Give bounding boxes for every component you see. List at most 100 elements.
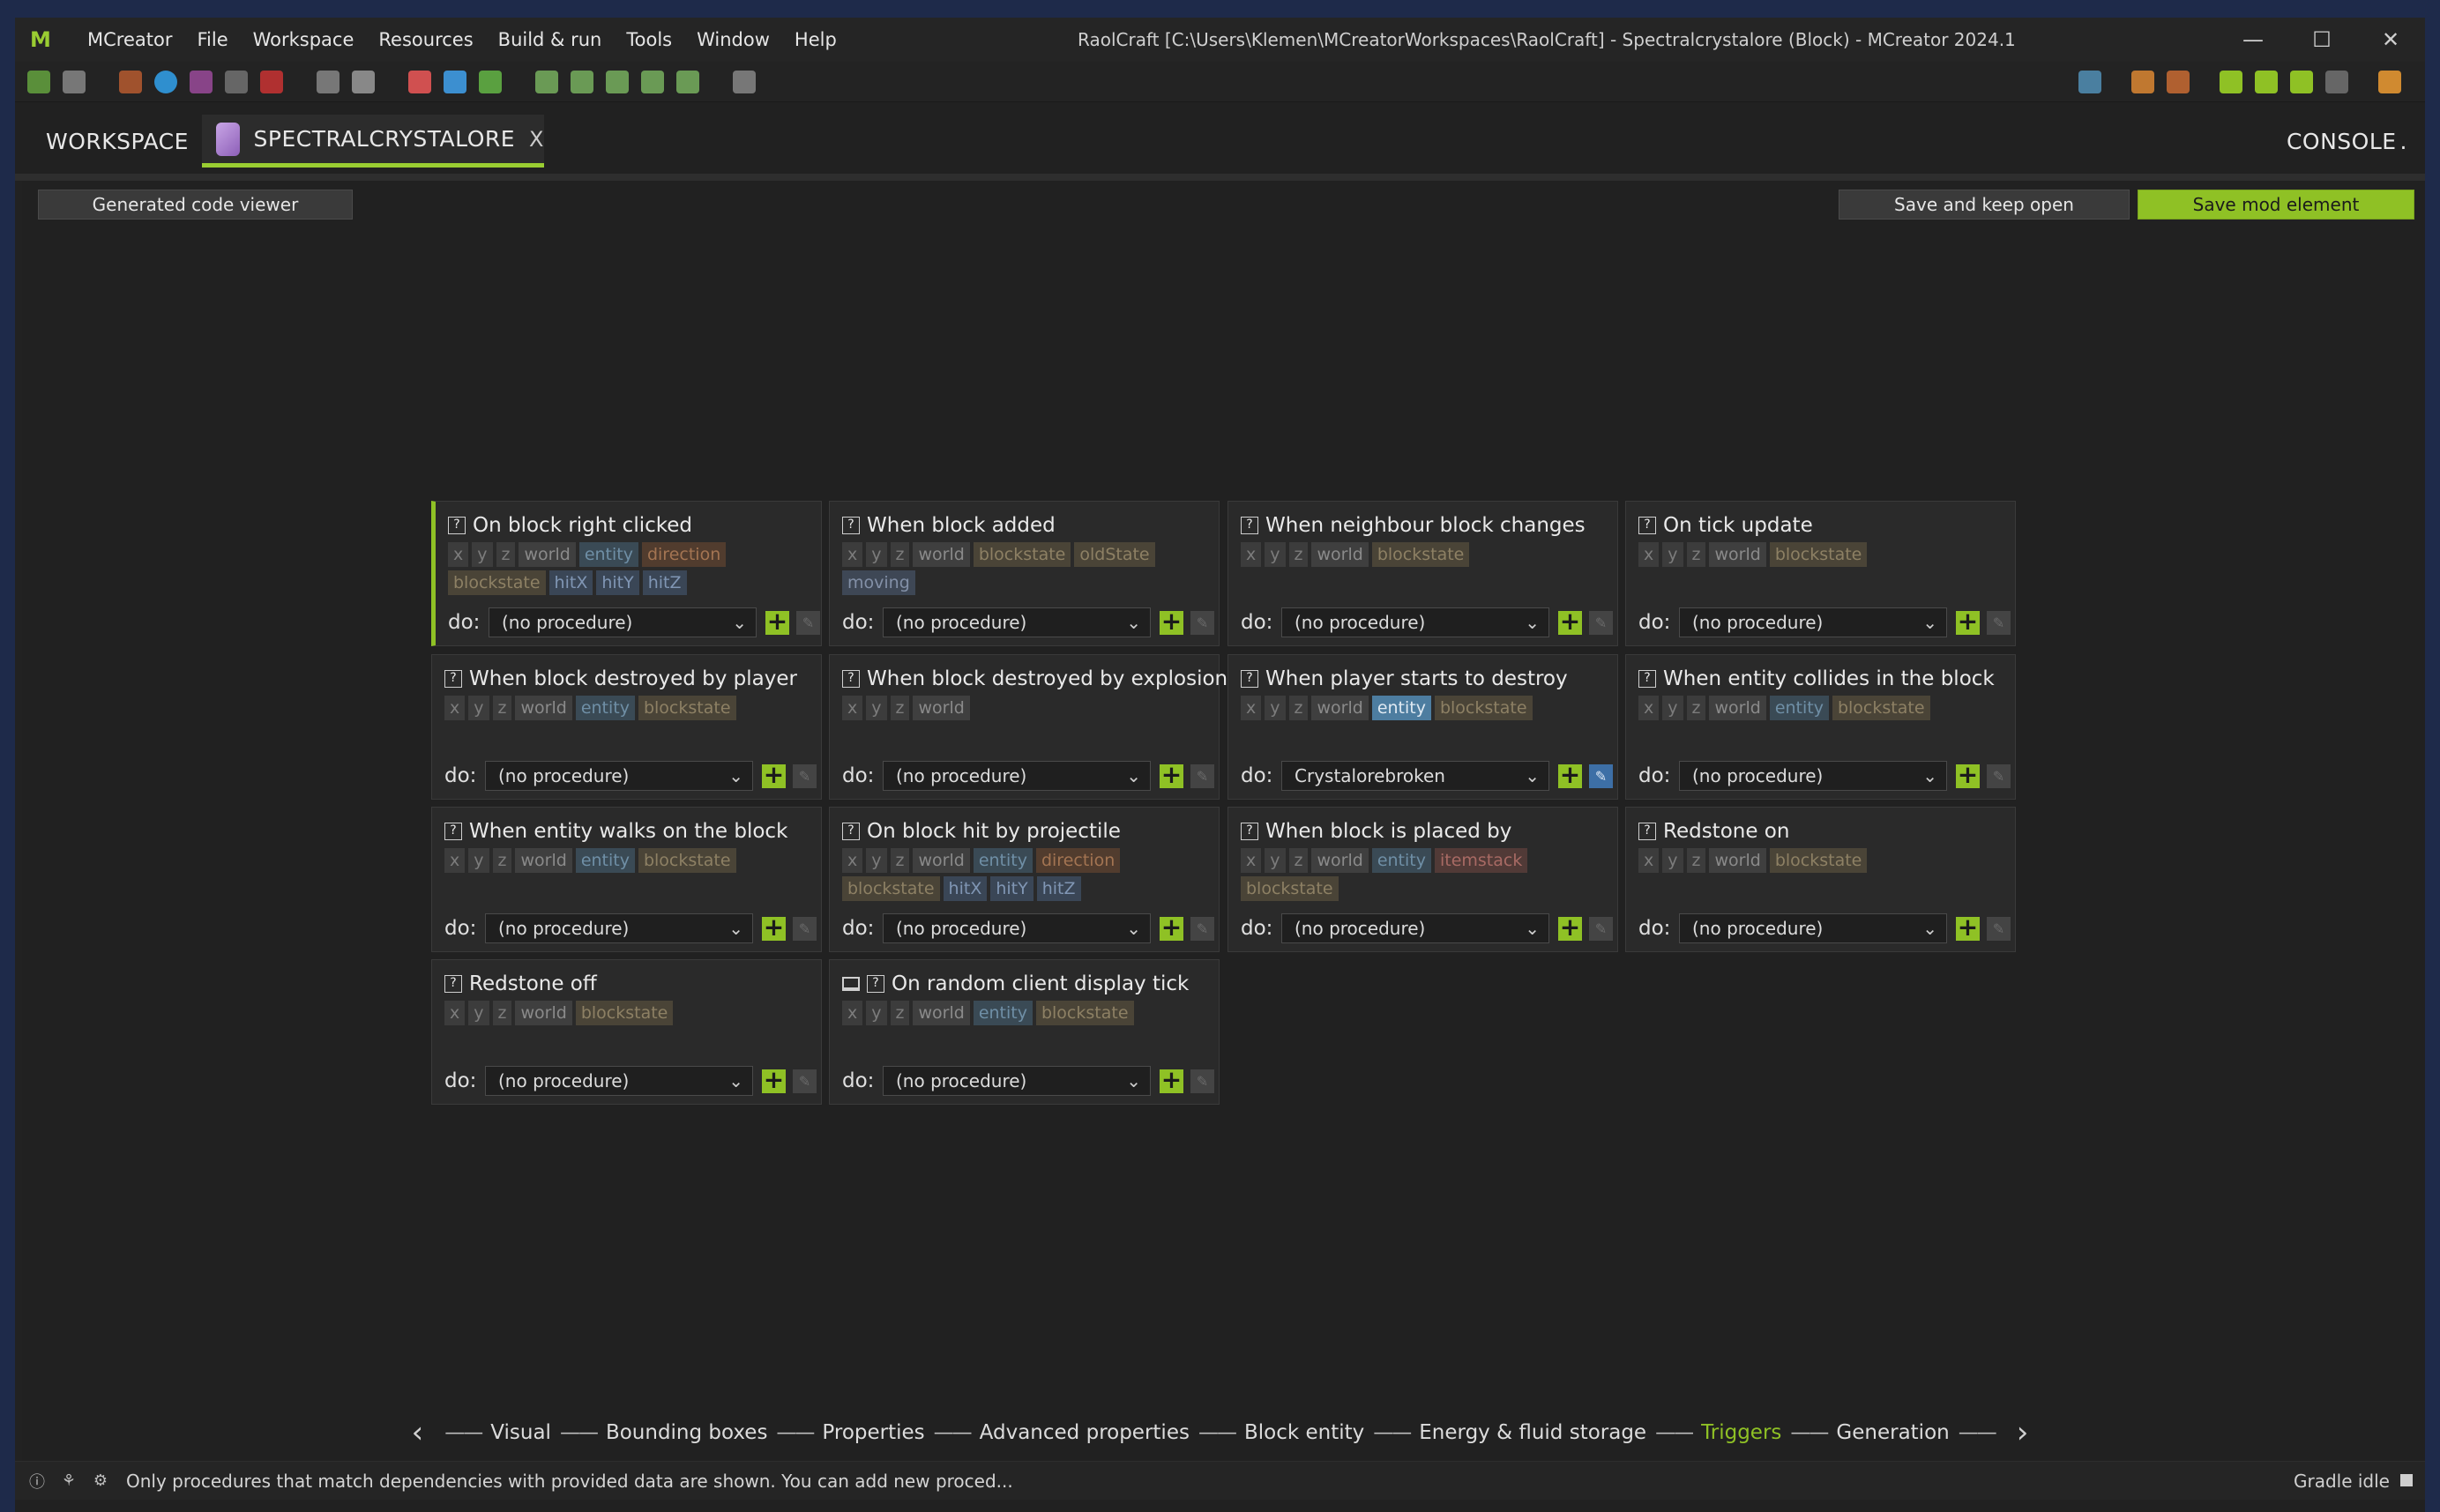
tool-c-icon[interactable] — [606, 71, 629, 93]
add-procedure-icon[interactable]: + — [762, 762, 786, 788]
step-visual[interactable]: Visual — [490, 1421, 551, 1444]
add-procedure-icon[interactable]: + — [765, 608, 789, 635]
help-icon[interactable]: ? — [1241, 517, 1258, 534]
menu-tools[interactable]: Tools — [614, 29, 684, 50]
procedure-select[interactable]: (no procedure) ⌄ — [485, 913, 753, 943]
image-editor-icon[interactable] — [317, 71, 340, 93]
layout-red-icon[interactable] — [408, 71, 431, 93]
procedure-select[interactable]: (no procedure) ⌄ — [1679, 913, 1947, 943]
layout-blue-icon[interactable] — [444, 71, 466, 93]
info-icon[interactable]: ⓘ — [27, 1471, 47, 1492]
edit-procedure-icon[interactable]: ✎ — [1589, 763, 1613, 788]
debug-icon[interactable] — [2255, 71, 2278, 93]
step-bounding-boxes[interactable]: Bounding boxes — [606, 1421, 767, 1444]
edit-procedure-icon[interactable]: ✎ — [793, 763, 817, 788]
structure-icon[interactable] — [225, 71, 248, 93]
add-procedure-icon[interactable]: + — [1956, 608, 1980, 635]
layout-green-icon[interactable] — [479, 71, 502, 93]
step-block-entity[interactable]: Block entity — [1244, 1421, 1364, 1444]
help-icon[interactable]: ? — [1638, 517, 1656, 534]
procedure-select[interactable]: (no procedure) ⌄ — [485, 761, 753, 791]
procedure-select[interactable]: (no procedure) ⌄ — [1281, 607, 1549, 637]
procedure-select[interactable]: (no procedure) ⌄ — [883, 1066, 1151, 1096]
edit-procedure-icon[interactable]: ✎ — [1190, 1069, 1214, 1093]
menu-window[interactable]: Window — [684, 29, 782, 50]
edit-procedure-icon[interactable]: ✎ — [1190, 916, 1214, 941]
sound-icon[interactable] — [154, 71, 177, 93]
help-icon[interactable]: ? — [444, 823, 462, 840]
calendar-icon[interactable] — [733, 71, 756, 93]
step-generation[interactable]: Generation — [1836, 1421, 1949, 1444]
add-procedure-icon[interactable]: + — [1160, 914, 1183, 941]
maximize-icon[interactable]: ☐ — [2287, 18, 2356, 62]
run-icon[interactable] — [2220, 71, 2242, 93]
save-icon[interactable] — [352, 71, 375, 93]
export-mod-icon[interactable] — [2378, 71, 2401, 93]
procedure-select[interactable]: (no procedure) ⌄ — [883, 607, 1151, 637]
edit-procedure-icon[interactable]: ✎ — [793, 1069, 817, 1093]
add-procedure-icon[interactable]: + — [762, 914, 786, 941]
edit-procedure-icon[interactable]: ✎ — [1987, 763, 2011, 788]
build-icon[interactable] — [2290, 71, 2313, 93]
folder-icon[interactable] — [2078, 71, 2101, 93]
step-energy-fluid-storage[interactable]: Energy & fluid storage — [1419, 1421, 1646, 1444]
step-advanced-properties[interactable]: Advanced properties — [980, 1421, 1190, 1444]
help-icon[interactable]: ? — [444, 975, 462, 993]
tab-console[interactable]: CONSOLE. — [2287, 115, 2407, 168]
step-triggers[interactable]: Triggers — [1701, 1421, 1781, 1444]
procedure-select[interactable]: (no procedure) ⌄ — [1679, 761, 1947, 791]
tab-workspace[interactable]: WORKSPACE — [32, 115, 203, 168]
add-procedure-icon[interactable]: + — [1160, 762, 1183, 788]
procedure-select[interactable]: (no procedure) ⌄ — [883, 913, 1151, 943]
edit-procedure-icon[interactable]: ✎ — [1589, 916, 1613, 941]
wrench-icon[interactable] — [2167, 71, 2190, 93]
tool-e-icon[interactable] — [676, 71, 699, 93]
settings-gear-icon[interactable]: ⚙ — [91, 1471, 110, 1491]
gradle-stop-icon[interactable] — [2400, 1474, 2413, 1486]
save-and-keep-open-button[interactable]: Save and keep open — [1839, 190, 2130, 220]
help-icon[interactable]: ? — [448, 517, 466, 534]
add-procedure-icon[interactable]: + — [1956, 914, 1980, 941]
menu-resources[interactable]: Resources — [366, 29, 485, 50]
procedure-select[interactable]: (no procedure) ⌄ — [1281, 913, 1549, 943]
edit-procedure-icon[interactable]: ✎ — [1987, 610, 2011, 635]
save-mod-element-button[interactable]: Save mod element — [2138, 190, 2414, 220]
help-icon[interactable]: ? — [1241, 823, 1258, 840]
plugin-icon[interactable]: ⚘ — [59, 1471, 78, 1491]
workspace-settings-icon[interactable] — [27, 71, 50, 93]
add-procedure-icon[interactable]: + — [1160, 608, 1183, 635]
step-properties[interactable]: Properties — [822, 1421, 924, 1444]
help-icon[interactable]: ? — [842, 517, 860, 534]
edit-procedure-icon[interactable]: ✎ — [793, 916, 817, 941]
tool-b-icon[interactable] — [571, 71, 593, 93]
help-icon[interactable]: ? — [444, 670, 462, 688]
help-icon[interactable]: ? — [842, 670, 860, 688]
procedure-select[interactable]: (no procedure) ⌄ — [485, 1066, 753, 1096]
import-icon[interactable] — [190, 71, 213, 93]
tool-a-icon[interactable] — [535, 71, 558, 93]
menu-mcreator[interactable]: MCreator — [75, 29, 184, 50]
procedure-select[interactable]: Crystalorebroken ⌄ — [1281, 761, 1549, 791]
generated-code-viewer-button[interactable]: Generated code viewer — [38, 190, 353, 220]
edit-procedure-icon[interactable]: ✎ — [796, 610, 820, 635]
add-procedure-icon[interactable]: + — [762, 1067, 786, 1093]
add-procedure-icon[interactable]: + — [1160, 1067, 1183, 1093]
edit-procedure-icon[interactable]: ✎ — [1987, 916, 2011, 941]
close-tab-icon[interactable]: X — [529, 127, 544, 152]
procedure-select[interactable]: (no procedure) ⌄ — [1679, 607, 1947, 637]
add-procedure-icon[interactable]: + — [1558, 914, 1582, 941]
tool-d-icon[interactable] — [641, 71, 664, 93]
help-icon[interactable]: ? — [1638, 670, 1656, 688]
procedure-select[interactable]: (no procedure) ⌄ — [489, 607, 757, 637]
menu-help[interactable]: Help — [782, 29, 849, 50]
export-icon[interactable] — [260, 71, 283, 93]
add-procedure-icon[interactable]: + — [1558, 608, 1582, 635]
texture-icon[interactable] — [119, 71, 142, 93]
edit-procedure-icon[interactable]: ✎ — [1190, 610, 1214, 635]
hammer-icon[interactable] — [2131, 71, 2154, 93]
help-icon[interactable]: ? — [867, 975, 884, 993]
minimize-icon[interactable]: — — [2219, 18, 2287, 62]
next-step-icon[interactable]: › — [2017, 1415, 2029, 1450]
film-icon[interactable] — [63, 71, 86, 93]
tab-spectralcrystalore[interactable]: SPECTRALCRYSTALORE X — [202, 115, 544, 168]
